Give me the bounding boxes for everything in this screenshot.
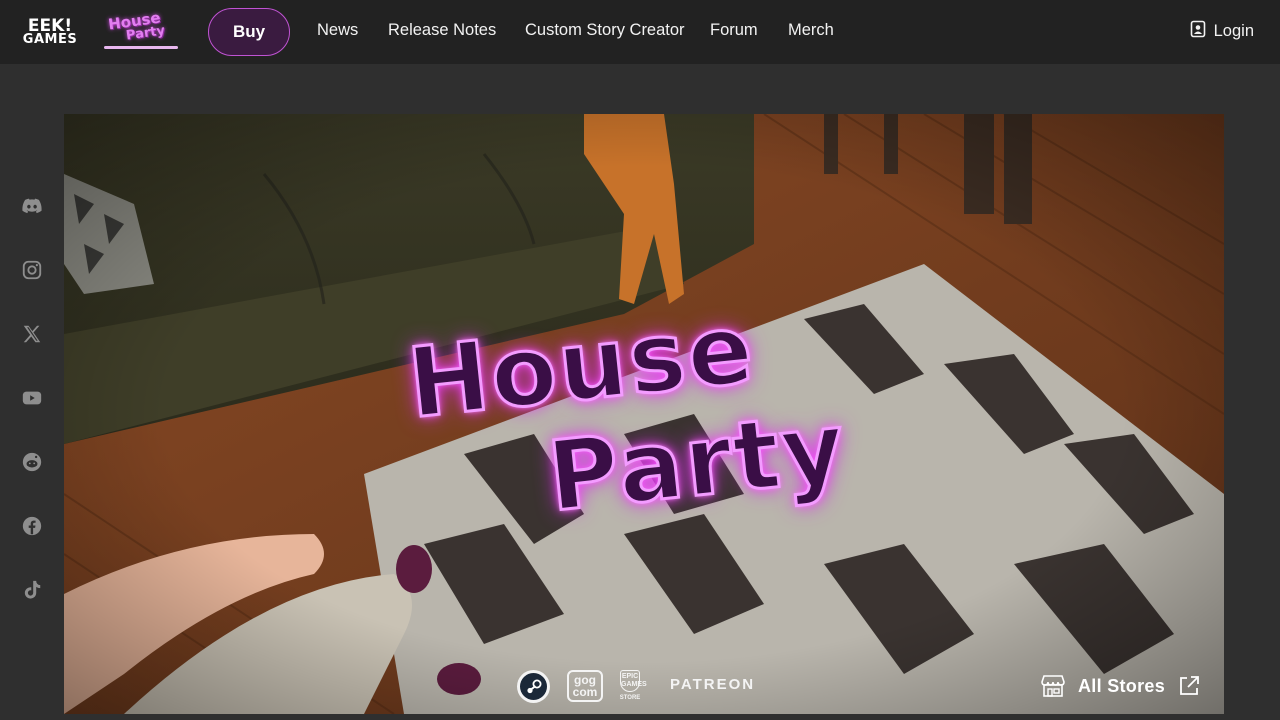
nav-link-news[interactable]: News xyxy=(317,21,358,40)
active-nav-underline xyxy=(104,46,178,49)
nav-link-custom-story-creator[interactable]: Custom Story Creator xyxy=(525,21,685,40)
epic-games-icon[interactable]: EPIC GAMES STORE xyxy=(617,668,647,704)
top-navigation-bar: EEK! GAMES House Party Buy News Release … xyxy=(0,0,1280,64)
epic-label-line2: GAMES xyxy=(621,680,647,688)
eek-games-logo[interactable]: EEK! GAMES xyxy=(22,12,78,52)
nav-link-forum[interactable]: Forum xyxy=(710,21,758,40)
house-party-nav-logo[interactable]: House Party xyxy=(104,8,178,50)
patreon-link[interactable]: PATREON xyxy=(670,676,755,693)
reddit-icon[interactable] xyxy=(19,449,45,475)
x-icon[interactable] xyxy=(19,321,45,347)
discord-icon[interactable] xyxy=(19,193,45,219)
user-badge-icon xyxy=(1190,20,1206,43)
login-label: Login xyxy=(1213,22,1254,40)
steam-icon[interactable] xyxy=(517,670,550,703)
login-link[interactable]: Login xyxy=(1190,20,1254,43)
storefront-icon xyxy=(1040,674,1066,698)
youtube-icon[interactable] xyxy=(19,385,45,411)
external-link-icon xyxy=(1177,674,1201,698)
buy-button[interactable]: Buy xyxy=(208,8,290,56)
epic-label-line3: STORE xyxy=(619,694,641,701)
epic-label-line1: EPIC xyxy=(621,672,639,680)
hero-video-banner[interactable]: House Party gog com EPIC GAMES STORE PAT… xyxy=(64,114,1224,714)
instagram-icon[interactable] xyxy=(19,257,45,283)
nav-link-release-notes[interactable]: Release Notes xyxy=(388,21,496,40)
nav-link-merch[interactable]: Merch xyxy=(788,21,834,40)
facebook-icon[interactable] xyxy=(19,513,45,539)
all-stores-link[interactable]: All Stores xyxy=(1040,670,1201,702)
gog-icon[interactable]: gog com xyxy=(567,670,603,702)
gog-label-line2: com xyxy=(572,685,598,699)
eek-logo-line2: GAMES xyxy=(22,31,78,47)
all-stores-label: All Stores xyxy=(1078,675,1166,696)
tiktok-icon[interactable] xyxy=(19,577,45,603)
